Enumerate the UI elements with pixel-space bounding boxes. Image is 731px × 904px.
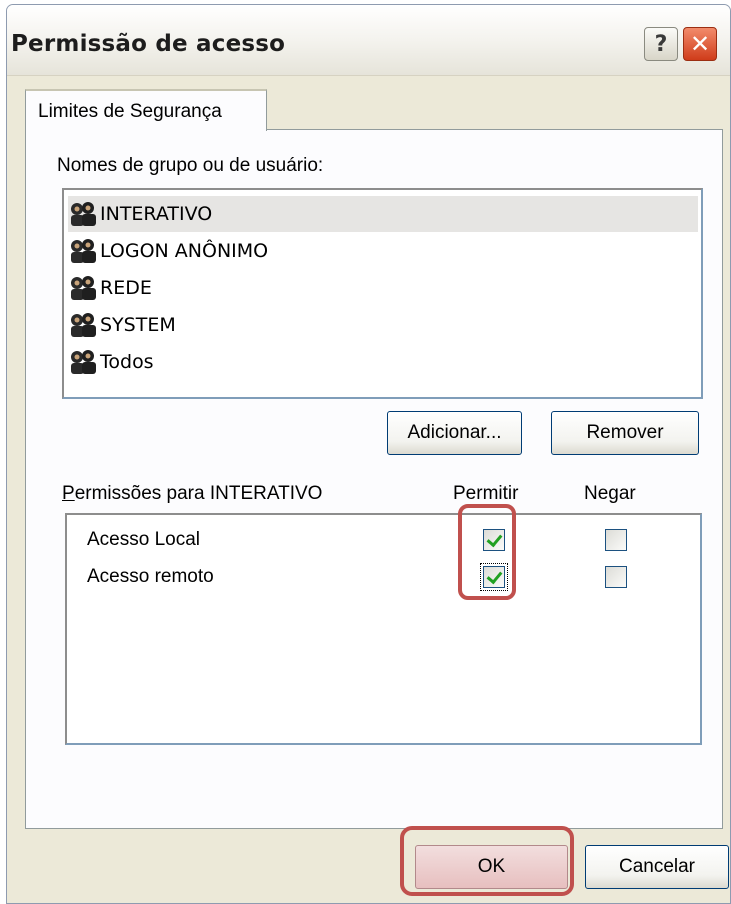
ok-button[interactable]: OK xyxy=(415,845,568,889)
user-group-icon xyxy=(71,239,96,263)
list-item-label: INTERATIVO xyxy=(100,203,213,225)
allow-remote-checkbox[interactable] xyxy=(480,563,508,591)
deny-column-header: Negar xyxy=(584,483,636,504)
permissions-label: Permissões para INTERATIVO xyxy=(62,483,323,504)
list-item-label: LOGON ANÔNIMO xyxy=(100,240,269,262)
user-group-icon xyxy=(71,276,96,300)
title-bar[interactable]: Permissão de acesso ? ✕ xyxy=(7,5,730,76)
tab-label: Limites de Segurança xyxy=(38,101,222,122)
help-icon: ? xyxy=(654,31,668,57)
deny-remote-checkbox[interactable] xyxy=(605,566,627,588)
list-item-logon-anonimo[interactable]: LOGON ANÔNIMO xyxy=(68,233,698,269)
close-icon: ✕ xyxy=(689,30,711,58)
permission-name-remote: Acesso remoto xyxy=(87,566,214,587)
list-item-label: Todos xyxy=(100,351,154,373)
list-item-label: SYSTEM xyxy=(100,314,176,336)
permission-dialog: Permissão de acesso ? ✕ Limites de Segur… xyxy=(6,4,731,904)
list-item-label: REDE xyxy=(100,277,152,299)
permission-name-local: Acesso Local xyxy=(87,529,201,550)
user-group-icon xyxy=(71,313,96,337)
list-item-todos[interactable]: Todos xyxy=(68,344,698,380)
tab-security-limits[interactable]: Limites de Segurança xyxy=(25,89,267,131)
allow-column-header: Permitir xyxy=(453,483,519,504)
remove-button[interactable]: Remover xyxy=(551,411,699,455)
groups-label: Nomes de grupo ou de usuário: xyxy=(57,155,324,176)
cancel-button[interactable]: Cancelar xyxy=(585,845,729,889)
group-user-list[interactable]: INTERATIVO LOGON ANÔNIMO REDE SYSTEM Tod… xyxy=(62,188,703,399)
user-group-icon xyxy=(71,350,96,374)
allow-local-checkbox[interactable] xyxy=(483,529,505,551)
add-button[interactable]: Adicionar... xyxy=(387,411,522,455)
list-item-interativo[interactable]: INTERATIVO xyxy=(68,196,698,232)
user-group-icon xyxy=(71,202,96,226)
list-item-system[interactable]: SYSTEM xyxy=(68,307,698,343)
list-item-rede[interactable]: REDE xyxy=(68,270,698,306)
dialog-title: Permissão de acesso xyxy=(11,31,286,57)
deny-local-checkbox[interactable] xyxy=(605,529,627,551)
close-button[interactable]: ✕ xyxy=(683,27,717,61)
help-button[interactable]: ? xyxy=(644,27,678,61)
